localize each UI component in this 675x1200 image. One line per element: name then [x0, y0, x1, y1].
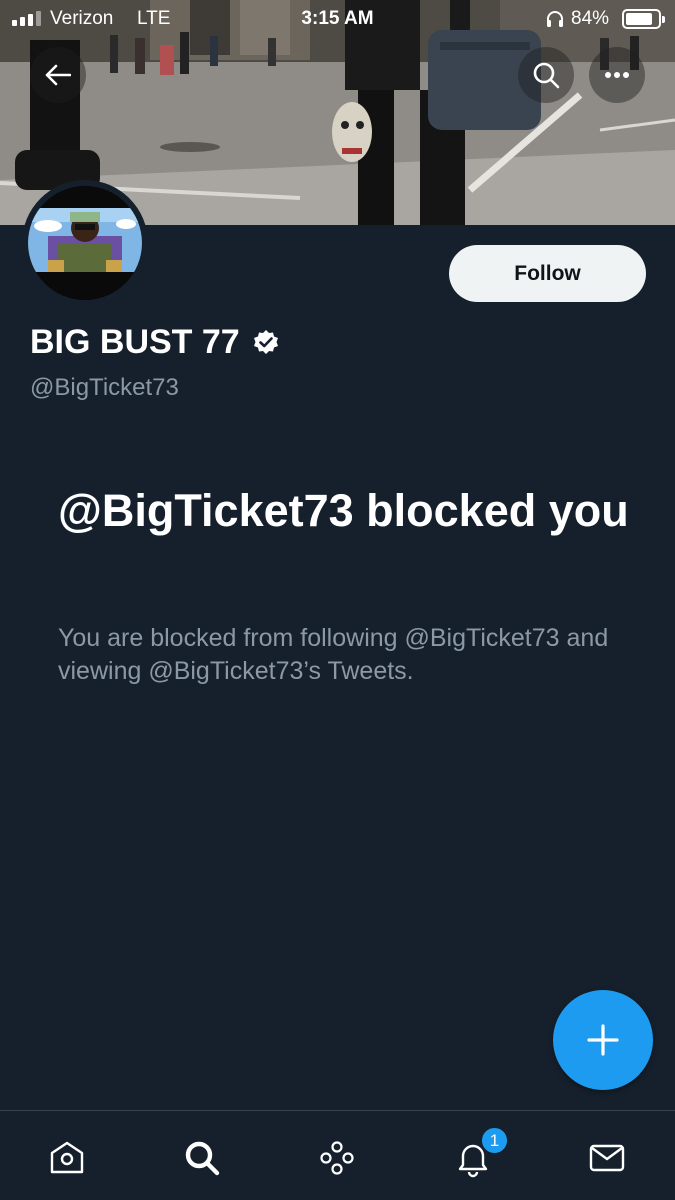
verified-badge-icon [253, 329, 278, 354]
nav-spaces[interactable] [312, 1133, 362, 1183]
nav-home[interactable] [42, 1133, 92, 1183]
battery-percent: 84% [571, 8, 610, 29]
profile-name: BIG BUST 77 [30, 323, 280, 362]
profile-handle: @BigTicket73 [30, 374, 179, 401]
home-icon [50, 1141, 84, 1174]
nav-messages[interactable] [582, 1133, 632, 1183]
status-bar: Verizon LTE 3:15 AM 84% [0, 0, 675, 38]
blocked-title: @BigTicket73 blocked you [58, 485, 629, 536]
blocked-description: You are blocked from following @BigTicke… [58, 624, 609, 685]
avatar-image [28, 186, 142, 300]
messages-envelope-icon [589, 1144, 625, 1172]
headphones-icon [545, 9, 565, 35]
spaces-icon [320, 1141, 354, 1175]
search-icon [533, 62, 560, 89]
plus-icon [587, 1024, 619, 1056]
back-arrow-icon [45, 64, 71, 86]
profile-search-button[interactable] [518, 47, 574, 103]
nav-search[interactable] [177, 1133, 227, 1183]
back-button[interactable] [30, 47, 86, 103]
battery-icon [622, 9, 665, 29]
search-icon [185, 1141, 220, 1176]
avatar[interactable] [22, 180, 148, 306]
more-options-button[interactable] [589, 47, 645, 103]
bottom-nav [0, 1110, 675, 1200]
notification-badge: 1 [480, 1126, 509, 1155]
display-name-text: BIG BUST 77 [30, 323, 240, 361]
follow-button[interactable]: Follow [449, 245, 646, 302]
more-dots-icon [605, 72, 629, 78]
compose-tweet-button[interactable] [553, 990, 653, 1090]
